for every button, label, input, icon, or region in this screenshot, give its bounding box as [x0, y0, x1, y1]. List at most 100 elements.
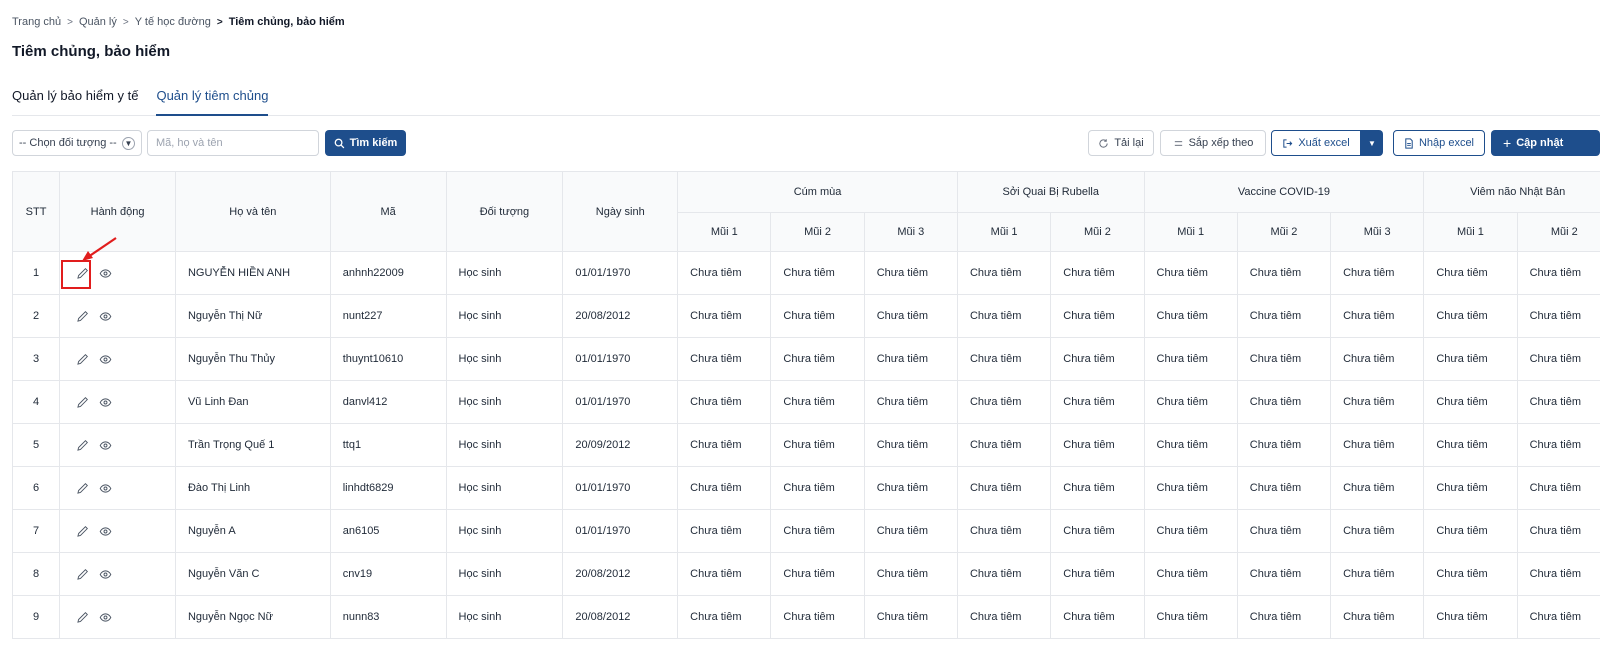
cell-dose-status: Chưa tiêm	[677, 509, 772, 553]
cell-dose-status: Chưa tiêm	[1050, 509, 1145, 553]
chevron-down-icon: ▼	[122, 136, 135, 150]
cell-group: Học sinh	[445, 380, 564, 424]
cell-dose-status: Chưa tiêm	[770, 595, 865, 639]
edit-pencil-icon[interactable]	[76, 525, 89, 538]
breadcrumb-school-health[interactable]: Y tế học đường	[135, 16, 211, 28]
breadcrumb-manage[interactable]: Quản lý	[79, 16, 117, 28]
cell-name: Nguyễn Văn C	[174, 552, 331, 596]
cell-name: Nguyễn A	[174, 509, 331, 553]
cell-dob: 01/01/1970	[562, 380, 679, 424]
cell-stt: 9	[12, 595, 61, 639]
cell-actions	[59, 294, 176, 338]
cell-dob: 01/01/1970	[562, 251, 679, 295]
edit-pencil-icon[interactable]	[76, 353, 89, 366]
cell-dose-status: Chưa tiêm	[1516, 509, 1600, 553]
view-eye-icon[interactable]	[99, 482, 112, 495]
cell-dose-status: Chưa tiêm	[863, 423, 958, 467]
edit-pencil-icon[interactable]	[76, 310, 89, 323]
cell-name: Đào Thị Linh	[174, 466, 331, 510]
header-stt: STT	[12, 171, 61, 252]
edit-pencil-icon[interactable]	[76, 482, 89, 495]
tab-vaccination[interactable]: Quản lý tiêm chủng	[156, 86, 269, 116]
table-row[interactable]: 1 NGUYỄN HIỀN ANH anhnh22009 Học sinh 01/01/…	[12, 251, 1600, 295]
table-row[interactable]: 3 Nguyễn Thu Thủy thuynt10610 Học sinh 01/01…	[12, 337, 1600, 381]
view-eye-icon[interactable]	[99, 310, 112, 323]
view-eye-icon[interactable]	[99, 267, 112, 280]
search-button[interactable]: Tìm kiếm	[325, 130, 406, 156]
cell-dob: 20/09/2012	[562, 423, 679, 467]
cell-actions	[59, 423, 176, 467]
view-eye-icon[interactable]	[99, 353, 112, 366]
cell-dob: 20/08/2012	[562, 294, 679, 338]
view-eye-icon[interactable]	[99, 396, 112, 409]
caret-down-icon: ▼	[1368, 138, 1376, 148]
cell-stt: 2	[12, 294, 61, 338]
cell-code: linhdt6829	[329, 466, 447, 510]
cell-dose-status: Chưa tiêm	[1516, 466, 1600, 510]
vaccination-table-container[interactable]: STT Hành động Họ và tên Mã Đối tượng Ngà…	[12, 171, 1600, 653]
view-eye-icon[interactable]	[99, 611, 112, 624]
header-vaccine-covid: Vaccine COVID-19	[1143, 171, 1425, 213]
cell-dose-status: Chưa tiêm	[677, 552, 772, 596]
table-row[interactable]: 2 Nguyễn Thị Nữ nunt227 Học sinh 20/08/2012 C…	[12, 294, 1600, 338]
table-row[interactable]: 7 Nguyễn Aan6105 Học sinh 01/01/1970 Chưa ti…	[12, 509, 1600, 553]
cell-dose-status: Chưa tiêm	[956, 251, 1052, 295]
target-group-select-value: -- Chọn đối tượng --	[19, 137, 117, 149]
breadcrumb-current: Tiêm chủng, bảo hiểm	[228, 16, 345, 28]
search-input[interactable]	[147, 130, 319, 156]
cell-dose-status: Chưa tiêm	[956, 337, 1052, 381]
import-excel-button[interactable]: Nhập excel	[1393, 130, 1485, 156]
table-row[interactable]: 6 Đào Thị Linh linhdt6829 Học sinh 01/01/197…	[12, 466, 1600, 510]
view-eye-icon[interactable]	[99, 568, 112, 581]
header-vaccine-flu: Cúm mùa	[677, 171, 958, 213]
table-row[interactable]: 8 Nguyễn Văn Ccnv19 Học sinh 20/08/2012 Chưa…	[12, 552, 1600, 596]
cell-code: nunt227	[329, 294, 447, 338]
cell-dose-status: Chưa tiêm	[1143, 552, 1238, 596]
table-row[interactable]: 9 Nguyễn Ngọc Nữ nunn83 Học sinh 20/08/2012 C…	[12, 595, 1600, 639]
header-dose: Mũi 1	[1423, 212, 1518, 252]
export-icon	[1283, 138, 1293, 148]
edit-pencil-icon[interactable]	[76, 396, 89, 409]
cell-dose-status: Chưa tiêm	[863, 509, 958, 553]
table-row[interactable]: 4 Vũ Linh Đan danvl412 Học sinh 01/01/1970 Ch…	[12, 380, 1600, 424]
cell-dose-status: Chưa tiêm	[770, 380, 865, 424]
header-dose: Mũi 1	[956, 212, 1052, 252]
cell-stt: 3	[12, 337, 61, 381]
cell-dose-status: Chưa tiêm	[956, 294, 1052, 338]
cell-dose-status: Chưa tiêm	[1330, 294, 1425, 338]
cell-dose-status: Chưa tiêm	[863, 552, 958, 596]
cell-dose-status: Chưa tiêm	[1236, 595, 1332, 639]
breadcrumb-home[interactable]: Trang chủ	[12, 16, 61, 28]
annotation-highlight-box	[61, 260, 91, 289]
chevron-right-icon: >	[67, 16, 73, 28]
cell-code: danvl412	[329, 380, 447, 424]
chevron-right-icon: >	[122, 16, 129, 28]
table-row[interactable]: 5 Trần Trọng Quế 1 ttq1 Học sinh 20/09/2012 C…	[12, 423, 1600, 467]
breadcrumb: Trang chủ > Quản lý > Y tế học đường > T…	[12, 16, 345, 28]
view-eye-icon[interactable]	[99, 525, 112, 538]
view-eye-icon[interactable]	[99, 439, 112, 452]
cell-dob: 20/08/2012	[562, 595, 679, 639]
edit-pencil-icon[interactable]	[76, 611, 89, 624]
edit-pencil-icon[interactable]	[76, 439, 89, 452]
cell-group: Học sinh	[445, 466, 564, 510]
reload-button[interactable]: Tải lại	[1088, 130, 1154, 156]
cell-dose-status: Chưa tiêm	[1143, 380, 1238, 424]
export-excel-button[interactable]: Xuất excel	[1271, 130, 1361, 156]
cell-dose-status: Chưa tiêm	[863, 380, 958, 424]
cell-code: nunn83	[329, 595, 447, 639]
tab-health-insurance[interactable]: Quản lý bảo hiểm y tế	[12, 86, 138, 116]
cell-dose-status: Chưa tiêm	[956, 552, 1052, 596]
sort-button[interactable]: Sắp xếp theo	[1160, 130, 1266, 156]
cell-dose-status: Chưa tiêm	[770, 423, 865, 467]
cell-dose-status: Chưa tiêm	[1516, 595, 1600, 639]
cell-dose-status: Chưa tiêm	[1423, 337, 1518, 381]
edit-pencil-icon[interactable]	[76, 568, 89, 581]
cell-dose-status: Chưa tiêm	[1236, 251, 1332, 295]
cell-name: NGUYỄN HIỀN ANH	[174, 251, 331, 295]
cell-dose-status: Chưa tiêm	[1050, 337, 1145, 381]
export-dropdown-toggle[interactable]: ▼	[1361, 130, 1383, 156]
target-group-select[interactable]: -- Chọn đối tượng -- ▼	[12, 130, 142, 156]
update-button[interactable]: + Cập nhật	[1491, 130, 1600, 156]
cell-dose-status: Chưa tiêm	[1236, 380, 1332, 424]
